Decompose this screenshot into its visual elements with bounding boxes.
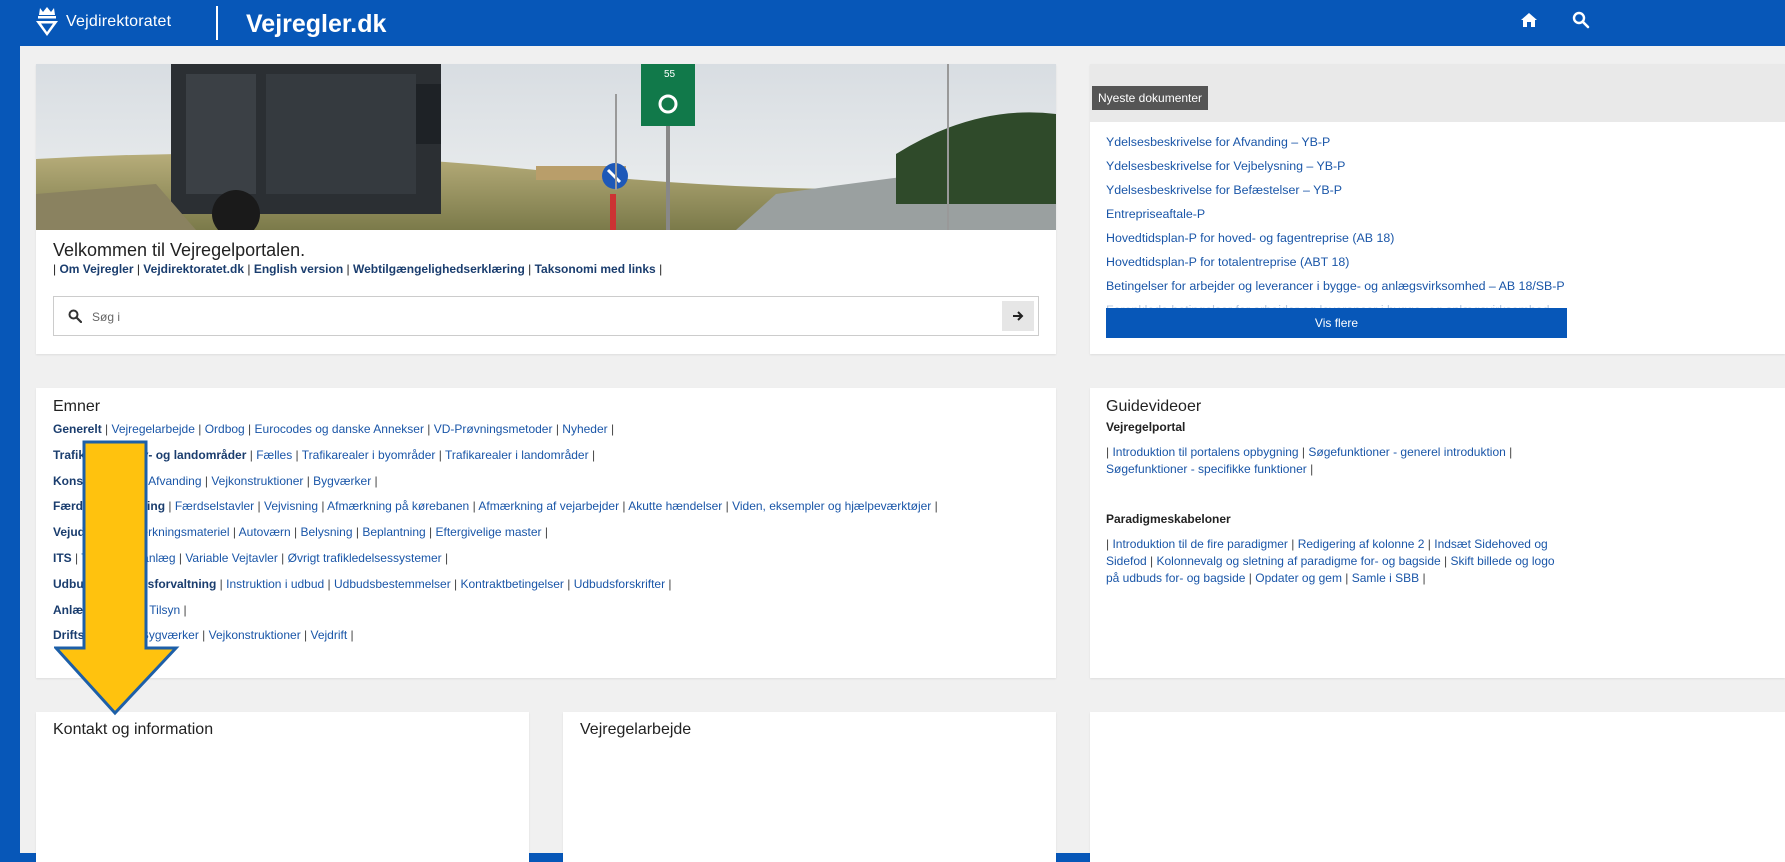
topic-link[interactable]: Akutte hændelser: [628, 499, 722, 513]
rule-work-card: Vejregelarbejde: [563, 712, 1056, 862]
topic-link[interactable]: Trafikarealer i byområder: [302, 448, 436, 462]
topic-link[interactable]: Eftergivelige master: [436, 525, 542, 539]
vejdirektoratet-logo[interactable]: Vejdirektoratet: [34, 6, 171, 38]
newest-documents-header: Nyeste dokumenter: [1090, 64, 1785, 122]
topic-link[interactable]: Færdselstavler: [175, 499, 254, 513]
crown-shield-icon: [36, 7, 58, 36]
topic-link[interactable]: Instruktion i udbud: [226, 577, 324, 591]
guide-video-link[interactable]: Introduktion til de fire paradigmer: [1112, 537, 1287, 551]
topic-link[interactable]: Bygværker: [313, 474, 371, 488]
welcome-heading: Velkommen til Vejregelportalen.: [53, 240, 306, 260]
search-box: [53, 296, 1039, 336]
topic-link[interactable]: Nyheder: [562, 422, 607, 436]
topic-row: ITS | Trafiksignalanlæg | Variable Vejta…: [53, 550, 449, 565]
newest-documents-badge: Nyeste dokumenter: [1092, 86, 1209, 110]
guide-section-title: Vejregelportal: [1106, 420, 1186, 434]
topics-list: Generelt | Vejregelarbejde | Ordbog | Eu…: [53, 418, 938, 650]
document-link[interactable]: Entrepriseaftale-P: [1106, 202, 1576, 226]
topic-row: Konstruktioner | Afvanding | Vejkonstruk…: [53, 470, 938, 496]
link-english-version[interactable]: English version: [254, 262, 343, 276]
top-bar: Vejdirektoratet Vejregler.dk: [20, 0, 1785, 46]
guide-section-links: | Introduktion til de fire paradigmer | …: [1106, 537, 1555, 585]
welcome-card: 55 Velkommen til Vejregelportalen. | Om …: [36, 64, 1056, 354]
guide-video-link[interactable]: Søgefunktioner - generel introduktion: [1308, 445, 1505, 459]
guide-video-link[interactable]: Redigering af kolonne 2: [1298, 537, 1425, 551]
site-title[interactable]: Vejregler.dk: [246, 10, 386, 39]
document-link[interactable]: Ydelsesbeskrivelse for Afvanding – YB-P: [1106, 130, 1576, 154]
link-taksonomi[interactable]: Taksonomi med links: [535, 262, 656, 276]
empty-card: [1090, 712, 1785, 862]
rule-work-title: Vejregelarbejde: [580, 721, 692, 738]
topic-link[interactable]: Vejkonstruktioner: [211, 474, 303, 488]
topic-row: Generelt | Vejregelarbejde | Ordbog | Eu…: [53, 422, 615, 436]
guide-videos-card: Guidevideoer Vejregelportal | Introdukti…: [1090, 388, 1785, 678]
topic-link[interactable]: Ordbog: [205, 422, 245, 436]
topic-link[interactable]: Kontraktbetingelser: [461, 577, 564, 591]
sign-number: 55: [664, 69, 676, 80]
topic-row: Vejudstyr | Afmærkningsmateriel | Autovæ…: [53, 525, 548, 540]
topic-link[interactable]: Øvrigt trafikledelsessystemer: [288, 551, 442, 565]
arrow-right-icon: [1013, 311, 1024, 321]
link-om-vejregler[interactable]: Om Vejregler: [59, 262, 133, 276]
document-link[interactable]: Hovedtidsplan-P for totalentreprise (ABT…: [1106, 250, 1576, 274]
newest-documents-list: Ydelsesbeskrivelse for Afvanding – YB-P …: [1106, 130, 1576, 310]
search-submit-button[interactable]: [1002, 301, 1034, 331]
guide-video-link[interactable]: Opdater og gem: [1255, 571, 1342, 585]
topic-link[interactable]: Beplantning: [362, 525, 425, 539]
search-input[interactable]: [90, 305, 994, 329]
topic-link[interactable]: Autoværn: [239, 525, 291, 539]
guide-section-links: | Introduktion til portalens opbygning |…: [1106, 445, 1513, 476]
guide-videos-body: Vejregelportal | Introduktion til portal…: [1106, 420, 1566, 587]
document-link[interactable]: Betingelser for arbejder og leverancer i…: [1106, 274, 1576, 298]
guide-videos-title: Guidevideoer: [1106, 398, 1202, 415]
page-content: 55 Velkommen til Vejregelportalen. | Om …: [20, 46, 1785, 862]
header-divider: [216, 6, 218, 40]
arrow-down-icon: [54, 440, 180, 716]
topic-row: Udbud og anlægsforvaltning | Instruktion…: [53, 576, 672, 591]
search-field-icon: [68, 309, 82, 323]
topic-heading-link[interactable]: Generelt: [53, 422, 102, 436]
newest-documents-card: Nyeste dokumenter Ydelsesbeskrivelse for…: [1090, 64, 1785, 354]
topic-link[interactable]: Vejkonstruktioner: [209, 628, 301, 642]
show-more-button[interactable]: Vis flere: [1106, 308, 1567, 338]
contact-title: Kontakt og information: [53, 721, 214, 738]
topic-link[interactable]: Eurocodes og danske Annekser: [255, 422, 424, 436]
topics-title: Emner: [53, 398, 101, 415]
document-link[interactable]: Ydelsesbeskrivelse for Vejbelysning – YB…: [1106, 154, 1576, 178]
topics-card: Emner Generelt | Vejregelarbejde | Ordbo…: [36, 388, 1056, 678]
topic-row: Trafikarealer i by- og landområder | Fæl…: [53, 447, 596, 462]
hero-image: 55: [36, 64, 1056, 230]
quick-links: | Om Vejregler | Vejdirektoratet.dk | En…: [53, 262, 663, 276]
link-vejdirektoratet[interactable]: Vejdirektoratet.dk: [143, 262, 244, 276]
topic-link[interactable]: VD-Prøvningsmetoder: [434, 422, 553, 436]
topic-link[interactable]: Vejdrift: [311, 628, 348, 642]
guide-section-title: Paradigmeskabeloner: [1106, 512, 1231, 526]
topic-link[interactable]: Fælles: [256, 448, 292, 462]
guide-video-link[interactable]: Søgefunktioner - specifikke funktioner: [1106, 462, 1307, 476]
guide-video-link[interactable]: Introduktion til portalens opbygning: [1112, 445, 1298, 459]
topic-link[interactable]: Vejvisning: [264, 499, 318, 513]
document-link[interactable]: Ydelsesbeskrivelse for Befæstelser – YB-…: [1106, 178, 1576, 202]
topic-link[interactable]: Afmærkning af vejarbejder: [478, 499, 619, 513]
topic-link[interactable]: Belysning: [300, 525, 352, 539]
guide-video-link[interactable]: Samle i SBB: [1352, 571, 1419, 585]
brand-text: Vejdirektoratet: [66, 13, 172, 30]
topic-row: Færdselsregulering | Færdselstavler | Ve…: [53, 495, 938, 521]
topic-link[interactable]: Udbudsforskrifter: [574, 577, 665, 591]
search-icon[interactable]: [1572, 11, 1590, 29]
contact-card: Kontakt og information: [36, 712, 529, 862]
topic-link[interactable]: Afmærkning på kørebanen: [327, 499, 469, 513]
topic-link[interactable]: Trafikarealer i landområder: [445, 448, 589, 462]
topic-link[interactable]: Vejregelarbejde: [111, 422, 194, 436]
topic-link[interactable]: Viden, eksempler og hjælpeværktøjer: [732, 499, 931, 513]
guide-video-link[interactable]: Kolonnevalg og sletning af paradigme for…: [1157, 554, 1441, 568]
topic-row: Anlægsarbejde | Tilsyn |: [53, 599, 938, 625]
home-icon[interactable]: [1520, 12, 1538, 28]
topic-link[interactable]: Variable Vejtavler: [185, 551, 278, 565]
topic-row: Driftsopgaver | Bygværker | Vejkonstrukt…: [53, 624, 938, 650]
topic-link[interactable]: Udbudsbestemmelser: [334, 577, 451, 591]
link-webtilgaengelighed[interactable]: Webtilgængelighedserklæring: [353, 262, 525, 276]
document-link[interactable]: Hovedtidsplan-P for hoved- og fagentrepr…: [1106, 226, 1576, 250]
